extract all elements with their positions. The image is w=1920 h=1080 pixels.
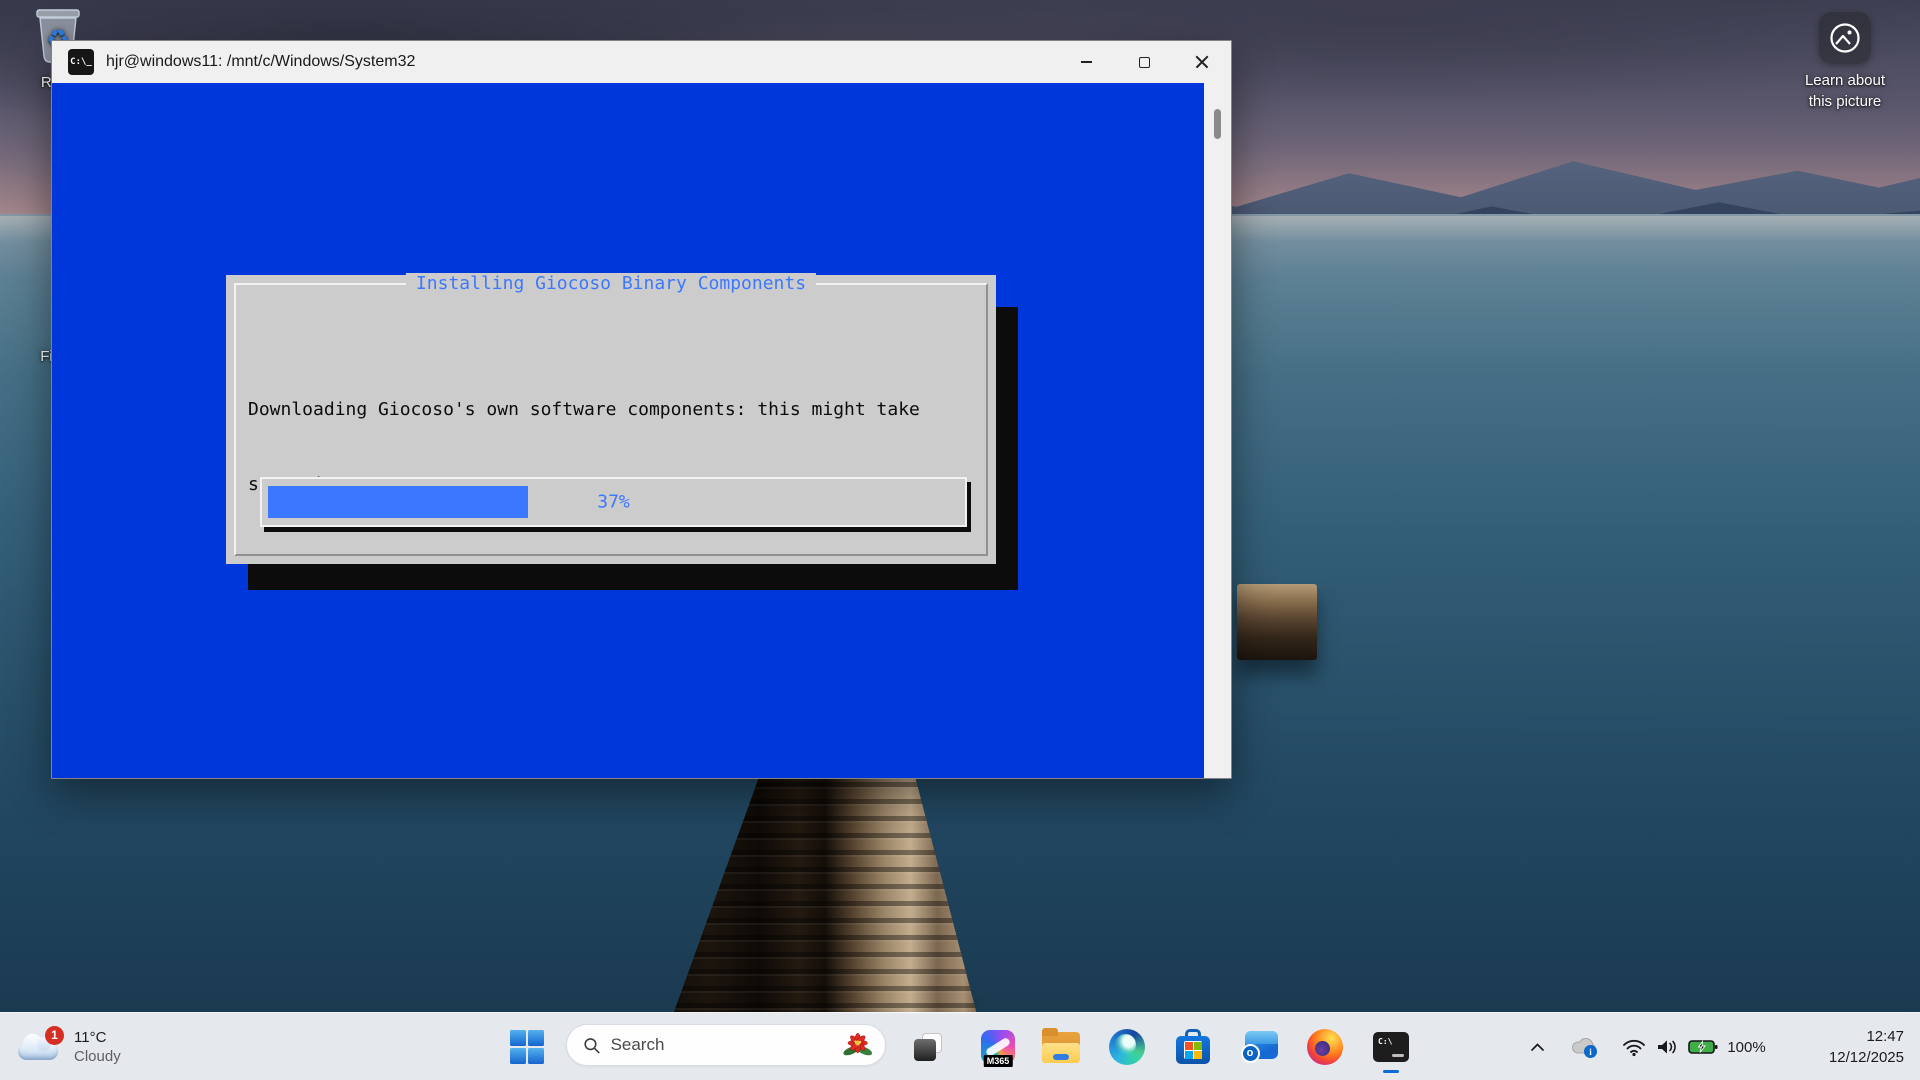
chevron-up-icon — [1530, 1042, 1545, 1052]
weather-widget[interactable]: 1 11°C Cloudy — [16, 1021, 121, 1073]
terminal-content[interactable]: Installing Giocoso Binary Components Dow… — [52, 83, 1231, 778]
taskbar-edge-button[interactable] — [1105, 1025, 1149, 1069]
volume-icon — [1655, 1037, 1679, 1057]
scrollbar-thumb[interactable] — [1214, 109, 1221, 139]
tray-date: 12/12/2025 — [1829, 1047, 1904, 1068]
battery-charging-icon — [1688, 1038, 1718, 1056]
cloud-shape — [18, 1043, 58, 1060]
file-explorer-icon — [1042, 1032, 1080, 1063]
task-view-icon — [909, 1029, 947, 1065]
weather-condition: Cloudy — [74, 1047, 121, 1066]
firefox-taskbar-icon — [1307, 1029, 1343, 1065]
running-indicator — [1383, 1070, 1399, 1073]
tray-cloud-info-button[interactable]: i — [1566, 1031, 1604, 1063]
battery-percent: 100% — [1727, 1039, 1765, 1056]
search-icon — [583, 1036, 601, 1055]
learn-about-label-line1: Learn about — [1798, 72, 1892, 89]
tray-show-hidden-icons-button[interactable] — [1522, 1031, 1552, 1063]
minimize-icon — [1081, 61, 1092, 63]
installer-dialog: Installing Giocoso Binary Components Dow… — [226, 275, 996, 564]
m365-copilot-icon: M365 — [981, 1030, 1015, 1064]
edge-icon — [1109, 1029, 1145, 1065]
progress-gauge: 37% — [260, 477, 967, 527]
maximize-icon — [1139, 57, 1150, 68]
taskbar-file-explorer-button[interactable] — [1039, 1025, 1083, 1069]
dialog-title: Installing Giocoso Binary Components — [406, 273, 816, 294]
search-input[interactable] — [611, 1035, 832, 1055]
start-button[interactable] — [505, 1028, 549, 1066]
taskbar-terminal-button-active[interactable]: C:\ — [1365, 1019, 1417, 1075]
terminal-window-title: hjr@windows11: /mnt/c/Windows/System32 — [106, 53, 415, 71]
picture-icon — [1819, 12, 1871, 64]
clock[interactable]: 12:47 12/12/2025 — [1788, 1025, 1904, 1069]
taskbar-outlook-button[interactable]: o — [1237, 1025, 1281, 1069]
cloud-info-icon: i — [1570, 1035, 1600, 1059]
taskbar: 1 11°C Cloudy — [0, 1012, 1920, 1080]
terminal-scrollbar[interactable] — [1204, 83, 1231, 778]
learn-about-picture-button[interactable]: Learn about this picture — [1798, 12, 1892, 110]
terminal-app-icon: C:\ — [1373, 1032, 1409, 1062]
learn-about-label-line2: this picture — [1798, 93, 1892, 110]
taskbar-microsoft-store-button[interactable] — [1171, 1025, 1215, 1069]
wallpaper-dock-post — [1237, 584, 1317, 660]
terminal-titlebar[interactable]: C:\_ hjr@windows11: /mnt/c/Windows/Syste… — [52, 41, 1231, 83]
notification-badge: 1 — [45, 1026, 64, 1045]
search-box[interactable] — [566, 1024, 886, 1066]
dialog-message-line1: Downloading Giocoso's own software compo… — [248, 397, 920, 422]
maximize-button[interactable] — [1115, 41, 1173, 83]
tray-network-volume-battery-button[interactable]: 100% — [1610, 1031, 1778, 1063]
minimize-button[interactable] — [1057, 41, 1115, 83]
close-icon — [1195, 55, 1209, 69]
taskbar-m365-copilot-button[interactable]: M365 — [976, 1025, 1020, 1069]
outlook-icon: o — [1241, 1031, 1278, 1063]
terminal-prompt-glyph: C:\ — [1378, 1038, 1392, 1046]
windows-logo-icon — [510, 1030, 544, 1064]
desktop-screen: ♻ Recy Fir Learn about this picture C:\_… — [0, 0, 1920, 1080]
taskbar-firefox-button[interactable] — [1303, 1025, 1347, 1069]
wifi-icon — [1622, 1037, 1646, 1057]
terminal-window: C:\_ hjr@windows11: /mnt/c/Windows/Syste… — [51, 40, 1232, 779]
m365-badge: M365 — [984, 1055, 1013, 1067]
weather-temperature: 11°C — [74, 1028, 121, 1047]
close-button[interactable] — [1173, 41, 1231, 83]
tray-time: 12:47 — [1866, 1026, 1904, 1047]
microsoft-store-icon — [1176, 1029, 1210, 1065]
task-view-button[interactable] — [906, 1025, 950, 1069]
poinsettia-seasonal-icon — [842, 1028, 873, 1062]
weather-cloud-icon: 1 — [16, 1030, 62, 1064]
terminal-titlebar-icon: C:\_ — [68, 49, 94, 75]
progress-percent-label: 37% — [262, 492, 965, 513]
